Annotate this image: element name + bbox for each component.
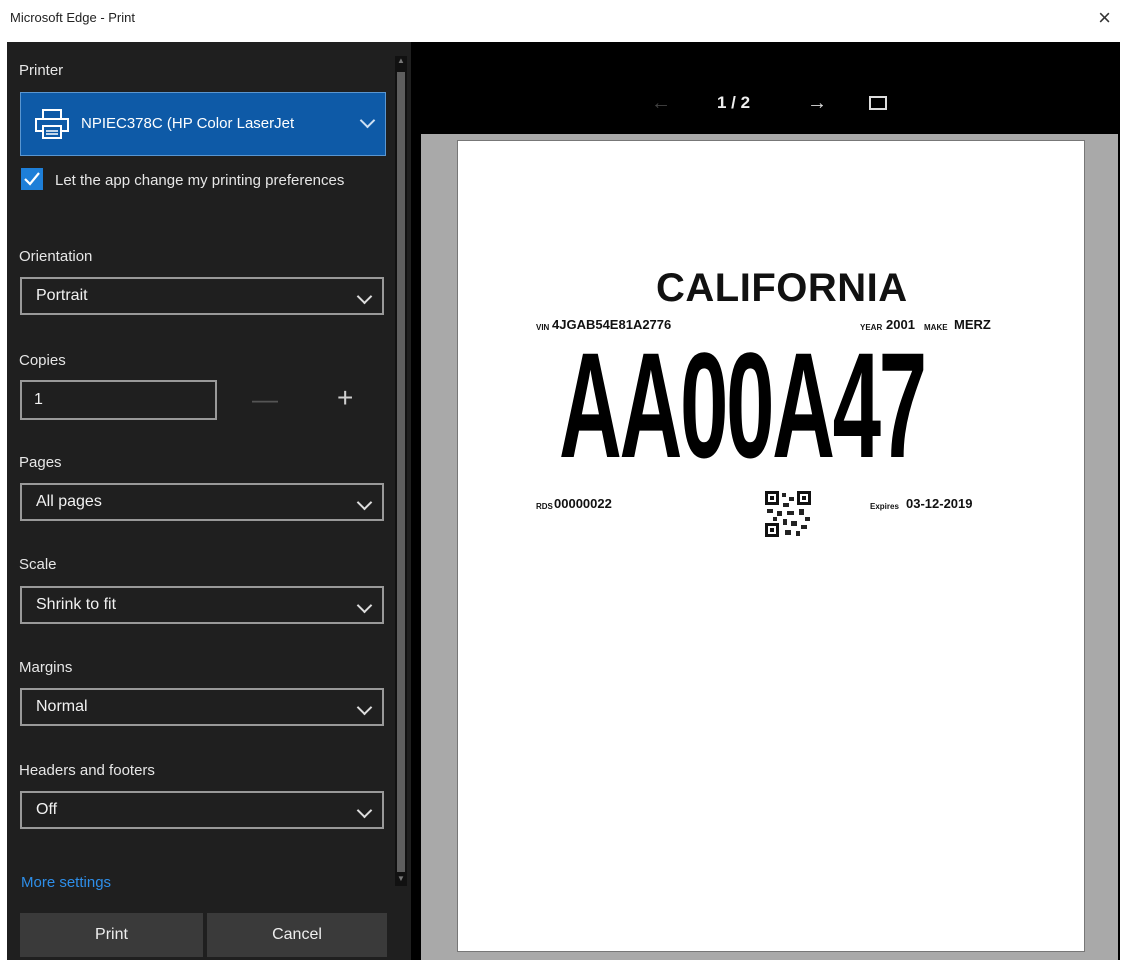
copies-increment-button[interactable]: + [337, 384, 359, 412]
expires-label: Expires [870, 502, 899, 511]
orientation-label: Orientation [19, 248, 93, 265]
margins-select[interactable]: Normal [20, 688, 384, 726]
pages-value: All pages [36, 493, 102, 510]
scrollbar-thumb[interactable] [397, 72, 405, 872]
pages-select[interactable]: All pages [20, 483, 384, 521]
document-state-title: CALIFORNIA [656, 266, 908, 310]
close-icon[interactable]: × [1098, 6, 1111, 30]
title-bar: Microsoft Edge - Print × [0, 0, 1125, 40]
settings-scrollbar[interactable]: ▲ ▼ [395, 56, 407, 886]
chevron-down-icon [356, 699, 373, 716]
more-settings-link[interactable]: More settings [21, 874, 111, 891]
scroll-up-icon[interactable]: ▲ [397, 56, 405, 66]
next-page-icon[interactable]: → [807, 92, 827, 114]
plate-number: AA00A47 [559, 321, 927, 489]
copies-label: Copies [19, 352, 66, 369]
copies-input[interactable]: 1 [20, 380, 217, 420]
printer-label: Printer [19, 62, 64, 79]
headers-footers-value: Off [36, 801, 58, 818]
chevron-down-icon [359, 112, 376, 129]
chevron-down-icon [356, 288, 373, 305]
scroll-down-icon[interactable]: ▼ [397, 874, 405, 884]
app-prefs-checkbox[interactable] [21, 168, 43, 190]
expires-value: 03-12-2019 [906, 496, 973, 511]
headers-footers-label: Headers and footers [19, 762, 155, 779]
printer-icon [35, 109, 69, 144]
rds-label: RDS [536, 502, 553, 511]
scale-select[interactable]: Shrink to fit [20, 586, 384, 624]
page-indicator: 1 / 2 [717, 93, 751, 112]
printer-value: NPIEC378C (HP Color LaserJet [81, 115, 295, 132]
scale-label: Scale [19, 556, 57, 573]
printer-select[interactable]: NPIEC378C (HP Color LaserJet [20, 92, 386, 156]
orientation-select[interactable]: Portrait [20, 277, 384, 315]
print-preview: ← 1 / 2 → CALIFORNIA VIN 4JGAB54E81A2776… [411, 42, 1120, 960]
chevron-down-icon [356, 597, 373, 614]
margins-value: Normal [36, 698, 88, 715]
vin-label: VIN [536, 323, 550, 332]
chevron-down-icon [356, 802, 373, 819]
orientation-value: Portrait [36, 287, 88, 304]
app-prefs-label: Let the app change my printing preferenc… [55, 172, 345, 189]
copies-value: 1 [34, 391, 43, 408]
rds-value: 00000022 [554, 496, 612, 511]
settings-panel: Printer NPIEC378C (HP Color LaserJet Let… [7, 42, 411, 960]
cancel-button[interactable]: Cancel [207, 913, 387, 957]
margins-label: Margins [19, 659, 73, 676]
pages-label: Pages [19, 454, 62, 471]
checkmark-icon [24, 172, 40, 186]
qr-code-icon [765, 491, 811, 537]
print-button[interactable]: Print [20, 913, 203, 957]
copies-decrement-button[interactable]: — [252, 386, 278, 414]
print-dialog: Printer NPIEC378C (HP Color LaserJet Let… [7, 42, 1120, 960]
chevron-down-icon [356, 494, 373, 511]
scale-value: Shrink to fit [36, 596, 117, 613]
make-label: MAKE [924, 323, 948, 332]
make-value: MERZ [954, 317, 991, 332]
previous-page-icon[interactable]: ← [651, 92, 671, 114]
headers-footers-select[interactable]: Off [20, 791, 384, 829]
preview-page: CALIFORNIA VIN 4JGAB54E81A2776 YEAR 2001… [457, 140, 1085, 952]
fit-page-icon[interactable] [869, 96, 887, 110]
window-title: Microsoft Edge - Print [10, 10, 135, 25]
